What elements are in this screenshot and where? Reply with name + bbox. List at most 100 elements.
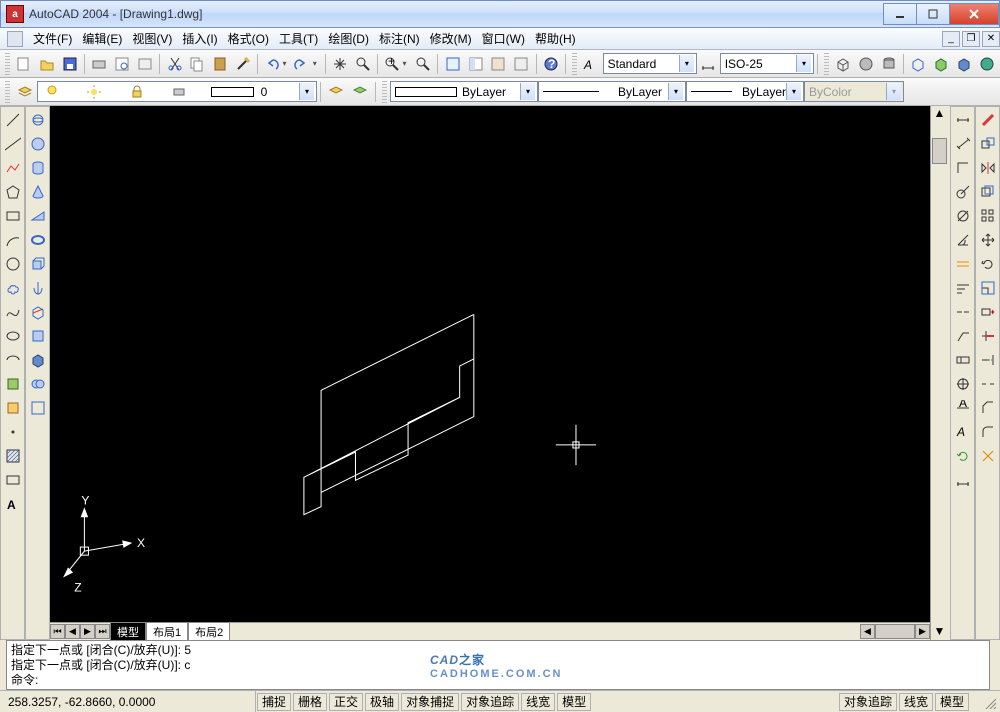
tab-last[interactable]: ⏭ (95, 624, 110, 639)
dim-continue-button[interactable] (952, 301, 974, 323)
dim-center-button[interactable] (952, 373, 974, 395)
paste-button[interactable] (210, 53, 231, 75)
tray-otrack[interactable]: 对象追踪 (839, 693, 897, 711)
region-button[interactable] (2, 469, 24, 491)
qdim-button[interactable] (952, 253, 974, 275)
tab-first[interactable]: ⏮ (50, 624, 65, 639)
menu-dimension[interactable]: 标注(N) (374, 28, 425, 49)
ellipse-button[interactable] (2, 325, 24, 347)
minimize-button[interactable] (883, 3, 917, 25)
break-button[interactable] (977, 373, 999, 395)
cone-button[interactable] (27, 181, 49, 203)
wedge-button[interactable] (27, 205, 49, 227)
dim-style-combo[interactable]: ISO-25▾ (720, 53, 814, 74)
ortho-toggle[interactable]: 正交 (329, 693, 363, 711)
stretch-button[interactable] (977, 301, 999, 323)
menu-draw[interactable]: 绘图(D) (323, 28, 374, 49)
dim-diameter-button[interactable] (952, 205, 974, 227)
sheet-set-button[interactable] (511, 53, 532, 75)
save-button[interactable] (59, 53, 80, 75)
hscroll-left[interactable]: ◀ (860, 624, 875, 639)
toolbar-grip[interactable] (5, 81, 10, 103)
match-props-button[interactable] (233, 53, 254, 75)
menu-view[interactable]: 视图(V) (127, 28, 177, 49)
extrude-button[interactable] (27, 253, 49, 275)
color-combo[interactable]: ByLayer▾ (390, 81, 538, 102)
erase-button[interactable] (977, 109, 999, 131)
toolbar-grip[interactable] (572, 53, 577, 75)
tolerance-button[interactable] (952, 349, 974, 371)
pan-button[interactable] (330, 53, 351, 75)
properties-button[interactable] (442, 53, 463, 75)
design-center-button[interactable] (465, 53, 486, 75)
rectangle-button[interactable] (2, 205, 24, 227)
polygon-button[interactable] (2, 181, 24, 203)
zoom-window-button[interactable]: +▾ (382, 53, 410, 75)
maximize-button[interactable] (916, 3, 950, 25)
dimstyle-button[interactable] (952, 469, 974, 491)
make-block-button[interactable] (2, 397, 24, 419)
circle-button[interactable] (2, 253, 24, 275)
tray-model[interactable]: 模型 (935, 693, 969, 711)
dim-baseline-button[interactable] (952, 277, 974, 299)
resize-grip-icon[interactable] (982, 695, 996, 709)
mdi-close[interactable]: ✕ (982, 31, 1000, 47)
tab-model[interactable]: 模型 (110, 622, 146, 641)
zoom-previous-button[interactable] (413, 53, 434, 75)
tab-layout2[interactable]: 布局2 (188, 622, 230, 641)
redo-button[interactable]: ▾ (293, 53, 321, 75)
layer-combo[interactable]: 0 ▾ (37, 81, 317, 102)
sphere-button[interactable] (27, 133, 49, 155)
move-button[interactable] (977, 229, 999, 251)
arc-button[interactable] (2, 229, 24, 251)
setup-button[interactable] (27, 397, 49, 419)
text-style-icon[interactable]: A (581, 53, 602, 75)
linetype-combo[interactable]: ByLayer▾ (538, 81, 686, 102)
spline-button[interactable] (2, 301, 24, 323)
toolbar-grip[interactable] (382, 81, 387, 103)
tab-layout1[interactable]: 布局1 (146, 622, 188, 641)
publish-button[interactable] (135, 53, 156, 75)
sphere-shade-button[interactable] (855, 53, 876, 75)
mirror-button[interactable] (977, 157, 999, 179)
insert-block-button[interactable] (2, 373, 24, 395)
offset-button[interactable] (977, 181, 999, 203)
fillet-button[interactable] (977, 421, 999, 443)
section-button[interactable] (27, 325, 49, 347)
vscrollbar[interactable]: ▲ ▼ (930, 106, 948, 640)
cylinder-button[interactable] (27, 157, 49, 179)
dim-ordinate-button[interactable] (952, 157, 974, 179)
polar-toggle[interactable]: 极轴 (365, 693, 399, 711)
box-button[interactable] (833, 53, 854, 75)
dimtedit-button[interactable]: A (952, 421, 974, 443)
zoom-realtime-button[interactable] (353, 53, 374, 75)
tray-lwt[interactable]: 线宽 (899, 693, 933, 711)
3dorbit-button[interactable] (27, 109, 49, 131)
menu-tools[interactable]: 工具(T) (274, 28, 323, 49)
hatch-button[interactable] (2, 445, 24, 467)
menu-modify[interactable]: 修改(M) (425, 28, 477, 49)
menu-insert[interactable]: 插入(I) (177, 28, 222, 49)
mdi-restore[interactable]: ❐ (962, 31, 980, 47)
hscroll-thumb[interactable] (875, 624, 915, 639)
undo-button[interactable]: ▾ (262, 53, 290, 75)
pline-button[interactable] (2, 157, 24, 179)
toolbar-grip[interactable] (5, 53, 10, 75)
layer-previous-button[interactable] (325, 81, 347, 103)
torus-button[interactable] (27, 229, 49, 251)
dimupdate-button[interactable] (952, 445, 974, 467)
dim-angular-button[interactable] (952, 229, 974, 251)
menu-help[interactable]: 帮助(H) (530, 28, 581, 49)
help-button[interactable]: ? (540, 53, 561, 75)
new-button[interactable] (14, 53, 35, 75)
dim-style-icon[interactable] (698, 53, 719, 75)
tab-prev[interactable]: ◀ (65, 624, 80, 639)
trim-button[interactable] (977, 325, 999, 347)
open-button[interactable] (36, 53, 57, 75)
copy-button[interactable] (187, 53, 208, 75)
rotate-button[interactable] (977, 253, 999, 275)
mdi-minimize[interactable]: _ (942, 31, 960, 47)
tab-next[interactable]: ▶ (80, 624, 95, 639)
dim-radius-button[interactable] (952, 181, 974, 203)
union-button[interactable] (27, 373, 49, 395)
